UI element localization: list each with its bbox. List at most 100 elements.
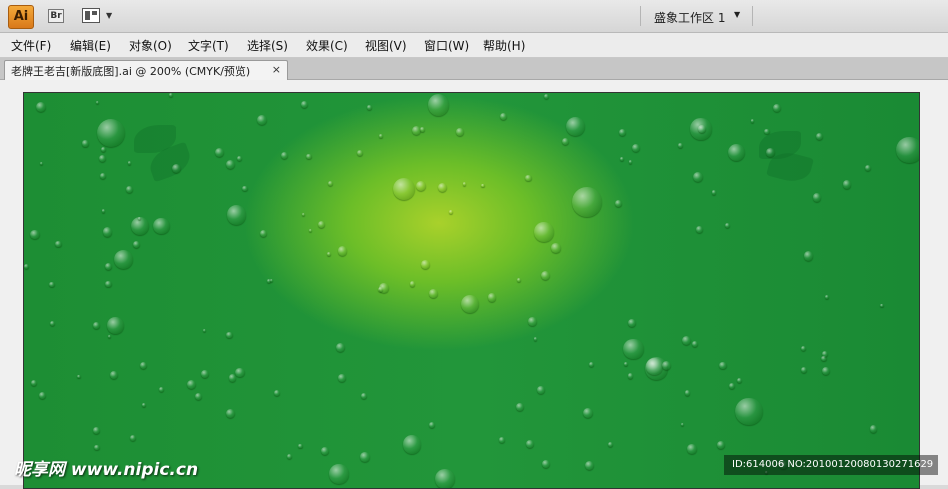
application-bar: Ai Br ▼ 盛象工作区 1 ▼ xyxy=(0,0,948,33)
water-droplet xyxy=(226,408,236,418)
water-droplet xyxy=(677,143,683,148)
water-droplet xyxy=(716,440,725,449)
water-droplet xyxy=(409,281,415,287)
water-droplet xyxy=(416,181,427,192)
water-droplet xyxy=(816,132,824,140)
water-droplet xyxy=(96,118,126,148)
water-droplet xyxy=(127,161,132,165)
water-droplet xyxy=(695,226,703,233)
water-droplet xyxy=(306,153,312,159)
menu-type[interactable]: 文字(T) xyxy=(188,37,229,54)
water-droplet xyxy=(100,146,107,153)
water-droplet xyxy=(719,361,727,370)
water-droplet xyxy=(93,322,100,329)
water-droplet xyxy=(95,100,100,105)
water-droplet xyxy=(697,124,706,133)
water-droplet xyxy=(525,174,532,182)
water-droplet xyxy=(214,148,224,158)
document-tab[interactable]: 老牌王老吉[新版底图].ai @ 200% (CMYK/预览) × xyxy=(4,60,288,80)
water-droplet xyxy=(256,114,267,125)
watermark-id: ID:614006 NO:20100120080130271629 xyxy=(724,455,938,475)
water-droplet xyxy=(434,469,455,488)
water-droplet xyxy=(420,259,430,269)
water-droplet xyxy=(824,294,829,299)
water-droplet xyxy=(39,162,44,166)
water-droplet xyxy=(356,149,363,156)
water-droplet xyxy=(803,250,814,261)
water-droplet xyxy=(582,408,593,419)
divider xyxy=(640,6,641,26)
water-droplet xyxy=(517,278,522,283)
water-droplet xyxy=(588,362,594,368)
water-droplet xyxy=(736,378,742,384)
water-droplet xyxy=(619,157,624,162)
menu-effect[interactable]: 效果(C) xyxy=(306,37,348,54)
water-droplet xyxy=(750,119,755,123)
menu-select[interactable]: 选择(S) xyxy=(247,37,288,54)
water-droplet xyxy=(481,183,485,188)
water-droplet xyxy=(98,154,106,162)
water-droplet xyxy=(317,220,325,228)
water-droplet xyxy=(772,104,782,113)
water-droplet xyxy=(488,293,497,302)
water-droplet xyxy=(94,444,100,451)
water-droplet xyxy=(36,101,47,112)
water-droplet xyxy=(812,193,822,203)
water-droplet xyxy=(24,264,29,270)
water-droplet xyxy=(186,379,196,390)
water-droplet xyxy=(235,367,245,378)
water-droplet xyxy=(687,444,697,454)
arrange-documents-button[interactable]: ▼ xyxy=(82,8,114,24)
water-droplet xyxy=(280,152,288,160)
water-droplet xyxy=(865,164,872,171)
water-droplet xyxy=(499,437,505,443)
water-droplet xyxy=(662,361,672,371)
water-droplet xyxy=(428,289,438,298)
water-droplet xyxy=(141,403,146,408)
water-droplet xyxy=(125,185,133,193)
water-droplet xyxy=(725,222,731,228)
menu-view[interactable]: 视图(V) xyxy=(365,37,407,54)
water-droplet xyxy=(628,160,633,164)
menu-help[interactable]: 帮助(H) xyxy=(483,37,525,54)
water-droplet xyxy=(402,435,422,455)
water-droplet xyxy=(515,402,524,411)
menu-object[interactable]: 对象(O) xyxy=(129,37,172,54)
water-droplet xyxy=(412,125,422,135)
water-droplet xyxy=(102,227,113,237)
water-droplet xyxy=(321,446,330,455)
water-droplet xyxy=(378,134,383,139)
water-droplet xyxy=(108,335,112,339)
water-droplet xyxy=(533,336,538,341)
water-droplet xyxy=(266,278,271,283)
water-droplet xyxy=(201,369,210,378)
menu-edit[interactable]: 编辑(E) xyxy=(70,37,111,54)
water-droplet xyxy=(104,263,112,271)
layout-icon xyxy=(82,8,100,23)
close-icon[interactable]: × xyxy=(272,63,281,76)
artboard[interactable] xyxy=(23,92,920,489)
water-droplet xyxy=(49,321,56,327)
menu-window[interactable]: 窗口(W) xyxy=(424,37,469,54)
water-droplet xyxy=(880,303,884,308)
menu-bar: 文件(F) 编辑(E) 对象(O) 文字(T) 选择(S) 效果(C) 视图(V… xyxy=(0,33,948,58)
water-droplet xyxy=(171,163,182,174)
water-droplet xyxy=(336,343,346,353)
water-droplet xyxy=(680,423,684,427)
water-droplet xyxy=(438,182,448,192)
document-tab-bar: 老牌王老吉[新版底图].ai @ 200% (CMYK/预览) × xyxy=(0,58,948,80)
water-droplet xyxy=(561,138,569,146)
water-droplet xyxy=(528,317,537,326)
water-droplet xyxy=(842,179,852,189)
bridge-button[interactable]: Br xyxy=(44,6,68,26)
canvas-area[interactable] xyxy=(0,80,948,489)
illustrator-logo[interactable]: Ai xyxy=(8,5,34,29)
water-droplet xyxy=(298,443,303,449)
workspace-switcher[interactable]: 盛象工作区 1 xyxy=(654,9,725,26)
menu-file[interactable]: 文件(F) xyxy=(11,37,51,54)
workspace-chevron-down-icon[interactable]: ▼ xyxy=(734,10,740,19)
water-droplet xyxy=(361,393,368,400)
water-droplet xyxy=(693,172,703,183)
water-droplet xyxy=(301,101,308,108)
water-droplet xyxy=(462,182,467,186)
